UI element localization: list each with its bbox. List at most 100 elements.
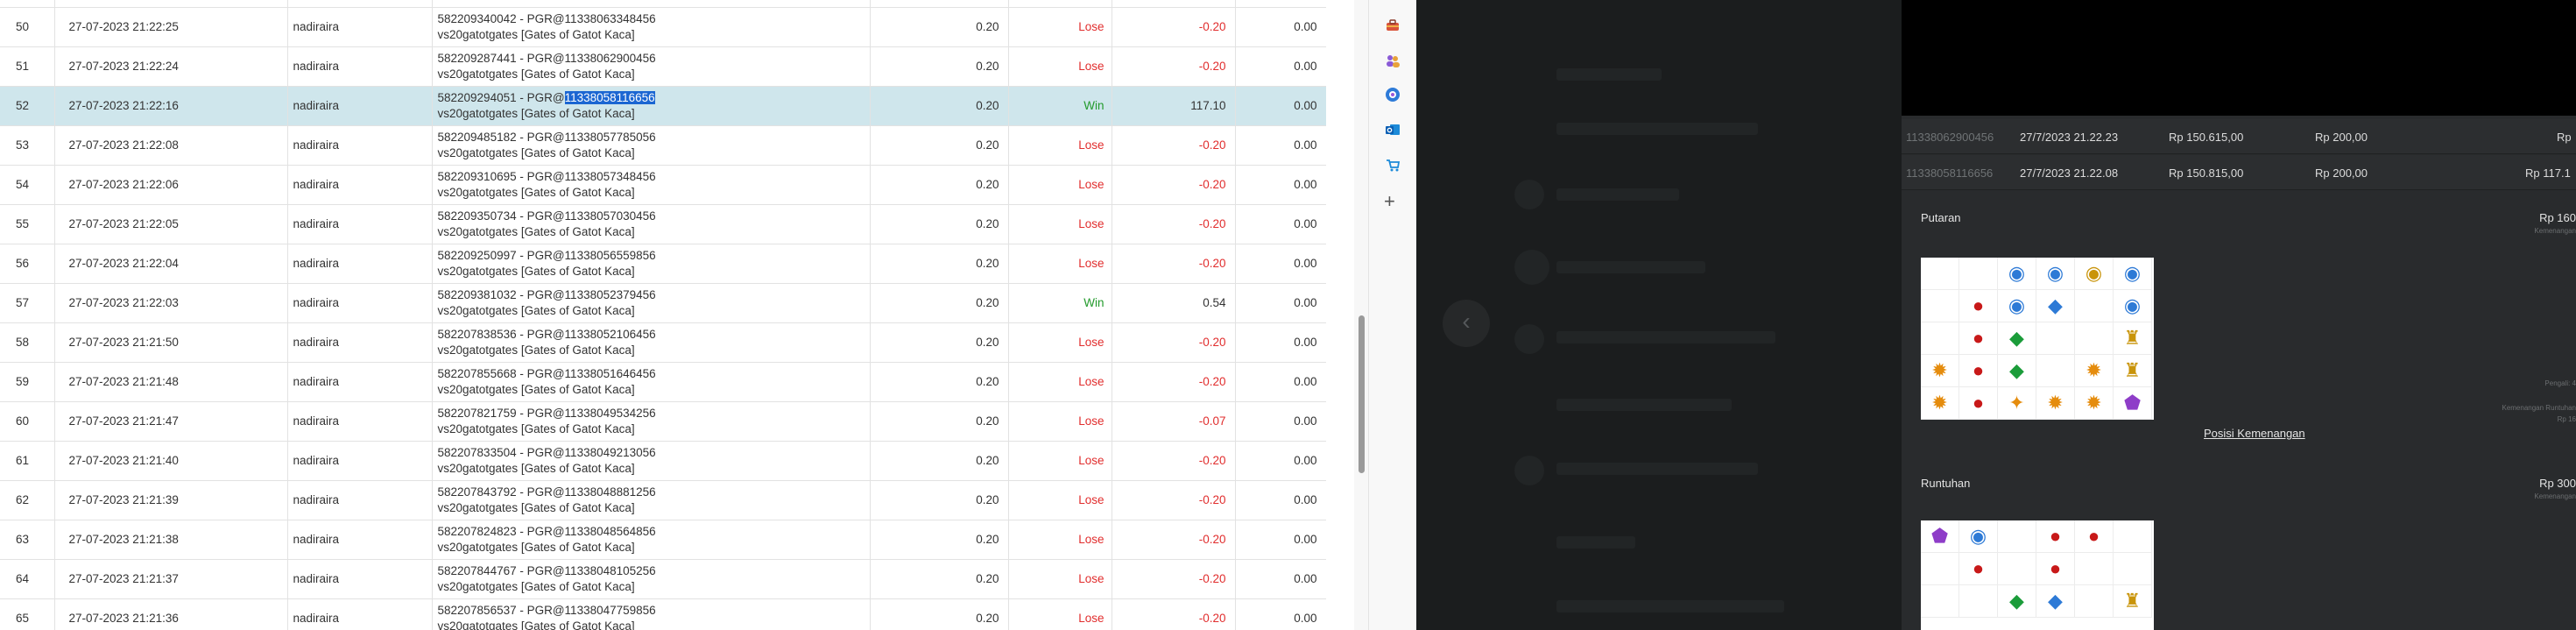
row-username: nadiraira [287, 283, 433, 323]
row-stake: 0.20 [870, 559, 1009, 599]
spin-win-amount: Rp 160 [2539, 211, 2576, 224]
detail-round-id: 582207833504 - PGR@11338049213056 [437, 445, 656, 459]
row-username: nadiraira [287, 86, 433, 126]
outlook-icon[interactable] [1385, 122, 1401, 138]
row-datetime: 27-07-2023 21:21:48 [54, 362, 288, 402]
ghost-text [1556, 399, 1732, 411]
row-result: Lose [1008, 441, 1112, 481]
tumble-win-label: Kemenangan [2534, 492, 2576, 500]
add-tool-button[interactable]: + [1384, 192, 1395, 211]
row-result: Lose [1008, 7, 1112, 47]
ghost-text [1556, 600, 1784, 612]
tumble-win-amount-note: Rp 16 [2557, 415, 2576, 423]
bet-row[interactable]: 50 27-07-2023 21:22:25 nadiraira 5822093400… [0, 7, 1326, 47]
row-result: Lose [1008, 362, 1112, 402]
row-username: nadiraira [287, 401, 433, 442]
bet-row[interactable]: 53 27-07-2023 21:22:08 nadiraira 5822094851… [0, 125, 1326, 166]
bet-row[interactable]: 64 27-07-2023 21:21:37 nadiraira 5822078447… [0, 559, 1326, 599]
bet-row[interactable]: 61 27-07-2023 21:21:40 nadiraira 5822078335… [0, 441, 1326, 481]
row-balance: 0.00 [1235, 86, 1326, 126]
row-balance: 0.00 [1235, 204, 1326, 244]
bet-row[interactable]: 51 27-07-2023 21:22:24 nadiraira 5822092874… [0, 46, 1326, 87]
row-username: nadiraira [287, 598, 433, 630]
ruby-icon: ● [2036, 520, 2075, 553]
transaction-row[interactable]: 11338062900456 27/7/2023 21.22.23 Rp 150… [1902, 119, 2576, 154]
sun-icon: ✹ [2036, 387, 2075, 420]
detail-game-name: vs20gatotgates [Gates of Gatot Kaca] [437, 382, 635, 396]
row-datetime: 27-07-2023 21:22:24 [54, 46, 288, 87]
row-username: nadiraira [287, 46, 433, 87]
row-datetime: 27-07-2023 21:21:39 [54, 480, 288, 520]
row-detail: 582209381032 - PGR@11338052379456 vs20gat… [432, 283, 871, 323]
row-stake: 0.20 [870, 322, 1009, 363]
row-detail: 582207824823 - PGR@11338048564856 vs20gat… [432, 520, 871, 560]
tumble-section-title: Runtuhan [1921, 477, 1971, 490]
win-position-link[interactable]: Posisi Kemenangan [2204, 427, 2305, 440]
copilot-icon[interactable] [1385, 87, 1401, 103]
ruby-icon: ● [2075, 520, 2114, 553]
back-arrow-button[interactable]: ‹ [1443, 300, 1490, 347]
row-number: 64 [0, 559, 55, 599]
row-detail: 582209294051 - PGR@11338058116656 vs20gat… [432, 86, 871, 126]
table-scrollbar[interactable] [1354, 0, 1368, 630]
orb-blue-icon: ◉ [2114, 290, 2152, 322]
row-result: Lose [1008, 244, 1112, 284]
row-datetime: 27-07-2023 21:21:37 [54, 559, 288, 599]
detail-game-name: vs20gatotgates [Gates of Gatot Kaca] [437, 27, 635, 41]
bet-history-table: 50 27-07-2023 21:22:25 nadiraira 5822093400… [0, 0, 1326, 630]
empty-cell [2036, 322, 2075, 355]
row-balance: 0.00 [1235, 441, 1326, 481]
bet-row[interactable]: 58 27-07-2023 21:21:50 nadiraira 5822078385… [0, 322, 1326, 363]
detail-round-id: 582207821759 - PGR@11338049534256 [437, 406, 656, 420]
multiplier-note: Pengali: 4 [2544, 379, 2576, 387]
detail-round-id: 582207844767 - PGR@11338048105256 [437, 563, 656, 577]
bet-row[interactable]: 63 27-07-2023 21:21:38 nadiraira 5822078248… [0, 520, 1326, 560]
bet-row[interactable]: 62 27-07-2023 21:21:39 nadiraira 5822078437… [0, 480, 1326, 520]
row-balance: 0.00 [1235, 322, 1326, 363]
dimmed-background-list: ‹ [1416, 0, 1902, 630]
detail-round-id: 582207856537 - PGR@11338047759856 [437, 603, 656, 617]
bet-row[interactable]: 54 27-07-2023 21:22:06 nadiraira 5822093106… [0, 165, 1326, 205]
detail-game-name: vs20gatotgates [Gates of Gatot Kaca] [437, 303, 635, 317]
transaction-id: 11338058116656 [1906, 166, 1994, 180]
shopping-icon[interactable] [1385, 157, 1401, 173]
selected-round-id[interactable]: 11338058116656 [564, 90, 655, 104]
people-icon[interactable] [1385, 53, 1401, 68]
bet-row[interactable]: 56 27-07-2023 21:22:04 nadiraira 5822092509… [0, 244, 1326, 284]
row-datetime: 27-07-2023 21:22:03 [54, 283, 288, 323]
row-result: Lose [1008, 125, 1112, 166]
bet-row[interactable]: 55 27-07-2023 21:22:05 nadiraira 5822093507… [0, 204, 1326, 244]
row-stake: 0.20 [870, 244, 1009, 284]
trophy-icon: ♜ [2114, 322, 2152, 355]
bet-row[interactable]: 57 27-07-2023 21:22:03 nadiraira 5822093810… [0, 283, 1326, 323]
row-number: 56 [0, 244, 55, 284]
toolbox-icon[interactable] [1385, 18, 1401, 33]
detail-id-prefix: 582209294051 - PGR@ [437, 90, 565, 104]
spin-symbol-grid: ◉ ◉ ◉ ◉ ● ◉ ◆ ◉ ● ◆ ♜ ✹ ● ◆ ✹ ♜ ✹ ● ✦ ✹ ✹ ⬟ [1921, 258, 2154, 420]
row-result: Lose [1008, 165, 1112, 205]
transaction-row[interactable]: 11338058116656 27/7/2023 21.22.08 Rp 150… [1902, 155, 2576, 190]
ghost-text [1556, 188, 1679, 201]
detail-game-name: vs20gatotgates [Gates of Gatot Kaca] [437, 264, 635, 278]
row-detail: 582209250997 - PGR@11338056559856 vs20gat… [432, 244, 871, 284]
transaction-balance: Rp 150.815,00 [2169, 166, 2244, 180]
sun-icon: ✹ [2075, 387, 2114, 420]
bet-row[interactable]: 60 27-07-2023 21:21:47 nadiraira 5822078217… [0, 401, 1326, 442]
browser-side-bar: + [1368, 0, 1416, 630]
transaction-bet: Rp 200,00 [2315, 131, 2368, 144]
bet-row[interactable]: 65 27-07-2023 21:21:36 nadiraira 5822078565… [0, 598, 1326, 630]
row-datetime: 27-07-2023 21:21:47 [54, 401, 288, 442]
transaction-balance: Rp 150.615,00 [2169, 131, 2244, 144]
scrollbar-thumb[interactable] [1359, 315, 1365, 473]
round-detail-panel: 11338062900456 27/7/2023 21.22.23 Rp 150… [1902, 0, 2576, 630]
bet-row[interactable]: 59 27-07-2023 21:21:48 nadiraira 5822078556… [0, 362, 1326, 402]
row-datetime: 27-07-2023 21:21:36 [54, 598, 288, 630]
amethyst-icon: ⬟ [1921, 520, 1959, 553]
bet-row[interactable]: 52 27-07-2023 21:22:16 nadiraira 5822092940… [0, 86, 1326, 126]
row-stake: 0.20 [870, 598, 1009, 630]
row-result: Lose [1008, 46, 1112, 87]
row-result: Lose [1008, 204, 1112, 244]
row-number: 58 [0, 322, 55, 363]
row-detail: 582209350734 - PGR@11338057030456 vs20gat… [432, 204, 871, 244]
row-stake: 0.20 [870, 520, 1009, 560]
